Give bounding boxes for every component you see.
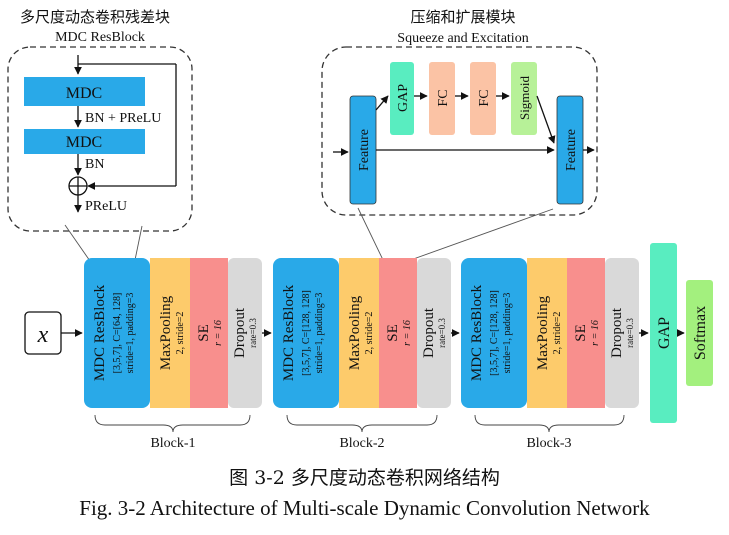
block-3-pool-title: MaxPooling — [535, 295, 551, 370]
se-feature-out-label: Feature — [564, 129, 579, 171]
block-1-mdc-params1: [3,5,7], C=[64, 128] — [112, 293, 123, 374]
se-sigmoid-label: Sigmoid — [517, 75, 532, 120]
block-1-pool-title: MaxPooling — [158, 295, 174, 370]
figure-caption-en: Fig. 3-2 Architecture of Multi-scale Dyn… — [79, 496, 650, 520]
mdc-panel-title-cn: 多尺度动态卷积残差块 — [20, 9, 170, 26]
block-1-se-params: r = 16 — [213, 320, 224, 346]
block-3-se-params: r = 16 — [590, 320, 601, 346]
block-1-se-title: SE — [196, 324, 212, 342]
mdc-resblock-panel: 多尺度动态卷积残差块 MDC ResBlock MDC BN + PReLU M… — [7, 9, 193, 232]
block-1-mdc-title: MDC ResBlock — [92, 284, 108, 381]
block-1: MDC ResBlock [3,5,7], C=[64, 128] stride… — [84, 258, 262, 451]
input-x-label: x — [37, 322, 49, 348]
block-2-se-params: r = 16 — [402, 320, 413, 346]
block-1-brace — [94, 414, 251, 433]
se-fc1-label: FC — [436, 89, 451, 106]
block-3-mdc-params2: stride=1, padding=3 — [502, 293, 513, 374]
se-module-panel: 压缩和扩展模块 Squeeze and Excitation Feature G… — [321, 9, 598, 216]
block-2-drop-title: Dropout — [421, 307, 437, 358]
block-1-mdc-params2: stride=1, padding=3 — [125, 293, 136, 374]
block-3-drop-title: Dropout — [609, 307, 625, 358]
block-2-drop-params: rate=0.3 — [437, 318, 447, 348]
block-1-drop-title: Dropout — [232, 307, 248, 358]
block-3-pool-params: 2, stride=2 — [552, 312, 563, 355]
block-3-mdc-params1: [3,5,7], C=[128, 128] — [489, 290, 500, 376]
prelu-label: PReLU — [85, 199, 127, 214]
block-3-drop-params: rate=0.3 — [625, 318, 635, 348]
mdc-block-1-label: MDC — [66, 85, 102, 102]
diagram-svg: 多尺度动态卷积残差块 MDC ResBlock MDC BN + PReLU M… — [7, 9, 713, 451]
figure-caption-cn: 图 3-2 多尺度动态卷积网络结构 — [229, 467, 500, 489]
mdc-block-2-label: MDC — [66, 134, 102, 151]
se-panel-connector-right — [404, 208, 554, 263]
block-3-mdc-title: MDC ResBlock — [469, 284, 485, 381]
bn-label: BN — [85, 157, 104, 172]
softmax-layer-label: Softmax — [692, 306, 709, 360]
se-panel-title-en: Squeeze and Excitation — [397, 31, 528, 46]
block-3-label: Block-3 — [526, 436, 571, 451]
block-2-brace — [286, 414, 438, 433]
se-fc2-label: FC — [477, 89, 492, 106]
block-2-mdc-title: MDC ResBlock — [281, 284, 297, 381]
block-2: MDC ResBlock [3,5,7], C=[128, 128] strid… — [273, 258, 451, 451]
bn-prelu-label: BN + PReLU — [85, 111, 161, 126]
se-feature-in-label: Feature — [357, 129, 372, 171]
block-1-label: Block-1 — [150, 436, 195, 451]
block-3-brace — [474, 414, 625, 433]
block-2-label: Block-2 — [339, 436, 384, 451]
block-1-drop-params: rate=0.3 — [248, 318, 258, 348]
block-2-pool-title: MaxPooling — [347, 295, 363, 370]
mdc-panel-title-en: MDC ResBlock — [55, 30, 145, 45]
block-2-pool-params: 2, stride=2 — [364, 312, 375, 355]
block-2-se-title: SE — [385, 324, 401, 342]
se-gap-label: GAP — [396, 84, 411, 112]
gap-layer-label: GAP — [656, 317, 673, 349]
block-2-mdc-params1: [3,5,7], C=[128, 128] — [301, 290, 312, 376]
block-2-mdc-params2: stride=1, padding=3 — [314, 293, 325, 374]
block-3: MDC ResBlock [3,5,7], C=[128, 128] strid… — [461, 258, 639, 451]
block-1-pool-params: 2, stride=2 — [175, 312, 186, 355]
block-3-se-title: SE — [573, 324, 589, 342]
se-panel-title-cn: 压缩和扩展模块 — [410, 9, 515, 26]
architecture-diagram: 多尺度动态卷积残差块 MDC ResBlock MDC BN + PReLU M… — [0, 0, 729, 535]
se-panel-connector-left — [357, 207, 385, 263]
